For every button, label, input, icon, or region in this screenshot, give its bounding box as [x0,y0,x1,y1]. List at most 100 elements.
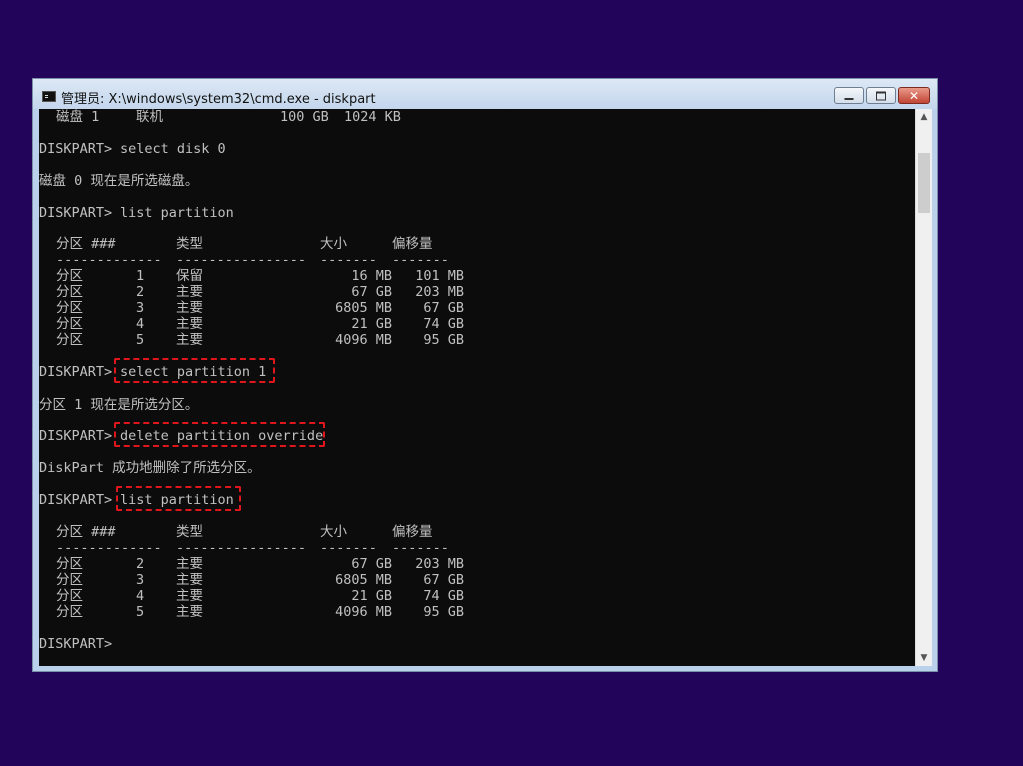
highlight-box [114,422,325,447]
header-type: 类型 [176,236,203,252]
close-icon: ✕ [908,88,920,103]
scroll-down-icon[interactable]: ▼ [916,650,932,666]
partition-offset: 74 GB [423,316,464,332]
partition-size: 21 GB [351,588,392,604]
output-message: 分区 1 现在是所选分区。 [39,397,199,413]
separator: ------- [392,540,449,556]
command-line: DISKPART> list partition [39,492,234,508]
minimize-button[interactable] [834,87,864,104]
partition-size: 6805 MB [335,572,392,588]
command-prompt: DISKPART> [39,636,113,652]
partition-offset: 67 GB [423,300,464,316]
separator: ------- [320,540,377,556]
command-line: DISKPART> select disk 0 [39,141,226,157]
command-line: DISKPART> delete partition override [39,428,323,444]
separator: ------------- [56,252,162,268]
partition-number: 3 [136,300,145,316]
table-header: 分区 ### 类型 大小 偏移量 [39,236,433,252]
header-offset: 偏移量 [392,236,433,252]
command-text: select disk 0 [120,141,226,157]
table-header: 分区 ### 类型 大小 偏移量 [39,524,433,540]
partition-size: 67 GB [351,284,392,300]
partition-type: 主要 [176,300,203,316]
cmd-icon [42,91,56,102]
scroll-up-icon[interactable]: ▲ [916,109,932,125]
close-button[interactable]: ✕ [898,87,930,104]
partition-label: 分区 [56,300,83,316]
partition-number: 5 [136,604,145,620]
output-message: DiskPart 成功地删除了所选分区。 [39,460,261,476]
header-type: 类型 [176,524,203,540]
partition-offset: 95 GB [423,604,464,620]
partition-offset: 67 GB [423,572,464,588]
partition-label: 分区 [56,316,83,332]
output-message: 磁盘 0 现在是所选磁盘。 [39,173,199,189]
highlight-box [116,486,241,511]
partition-label: 分区 [56,332,83,348]
partition-type: 主要 [176,332,203,348]
partition-offset: 101 MB [415,268,464,284]
maximize-button[interactable] [866,87,896,104]
partition-size: 6805 MB [335,300,392,316]
partition-label: 分区 [56,572,83,588]
console-output[interactable]: 磁盘 1 联机 100 GB 1024 KB DISKPART> select … [39,109,915,666]
title-bar[interactable]: 管理员: X:\windows\system32\cmd.exe - diskp… [33,79,937,109]
partition-label: 分区 [56,556,83,572]
partition-type: 保留 [176,268,203,284]
partition-offset: 95 GB [423,332,464,348]
header-size: 大小 [320,236,347,252]
separator: ------- [392,252,449,268]
separator: ---------------- [176,252,307,268]
partition-size: 4096 MB [335,332,392,348]
partition-type: 主要 [176,588,203,604]
partition-label: 分区 [56,284,83,300]
separator: ------------- [56,540,162,556]
disk-size: 100 GB [280,109,329,125]
partition-offset: 203 MB [415,556,464,572]
partition-number: 4 [136,588,145,604]
partition-size: 21 GB [351,316,392,332]
table-separator: ------------- ---------------- ------- -… [39,540,449,556]
separator: ---------------- [176,540,307,556]
prompt: DISKPART> [39,428,113,444]
partition-number: 1 [136,268,145,284]
command-line: DISKPART> select partition 1 [39,364,266,380]
cmd-window: 管理员: X:\windows\system32\cmd.exe - diskp… [32,78,938,672]
prompt: DISKPART> [39,205,113,221]
scrollbar-thumb[interactable] [918,153,930,213]
disk-status: 联机 [136,109,163,125]
prompt: DISKPART> [39,364,113,380]
disk-list-row: 磁盘 1 联机 100 GB 1024 KB [39,109,401,125]
partition-label: 分区 [56,588,83,604]
partition-type: 主要 [176,316,203,332]
minimize-icon [844,97,854,100]
partition-label: 分区 [56,268,83,284]
partition-number: 4 [136,316,145,332]
partition-label: 分区 [56,604,83,620]
header-partition: 分区 ### [56,236,116,252]
partition-type: 主要 [176,604,203,620]
highlight-box [114,358,275,383]
partition-number: 2 [136,284,145,300]
header-partition: 分区 ### [56,524,116,540]
prompt: DISKPART> [39,492,113,508]
command-line: DISKPART> list partition [39,205,234,221]
header-offset: 偏移量 [392,524,433,540]
partition-number: 3 [136,572,145,588]
partition-number: 5 [136,332,145,348]
vertical-scrollbar[interactable]: ▲ ▼ [915,109,932,666]
prompt: DISKPART> [39,141,113,157]
window-title: 管理员: X:\windows\system32\cmd.exe - diskp… [61,92,376,107]
partition-size: 16 MB [351,268,392,284]
separator: ------- [320,252,377,268]
partition-number: 2 [136,556,145,572]
window-controls: ✕ [832,87,930,105]
command-text: list partition [120,205,234,221]
partition-size: 4096 MB [335,604,392,620]
table-separator: ------------- ---------------- ------- -… [39,252,449,268]
disk-name: 磁盘 1 [56,109,100,125]
partition-offset: 74 GB [423,588,464,604]
partition-offset: 203 MB [415,284,464,300]
maximize-icon [876,91,886,100]
header-size: 大小 [320,524,347,540]
